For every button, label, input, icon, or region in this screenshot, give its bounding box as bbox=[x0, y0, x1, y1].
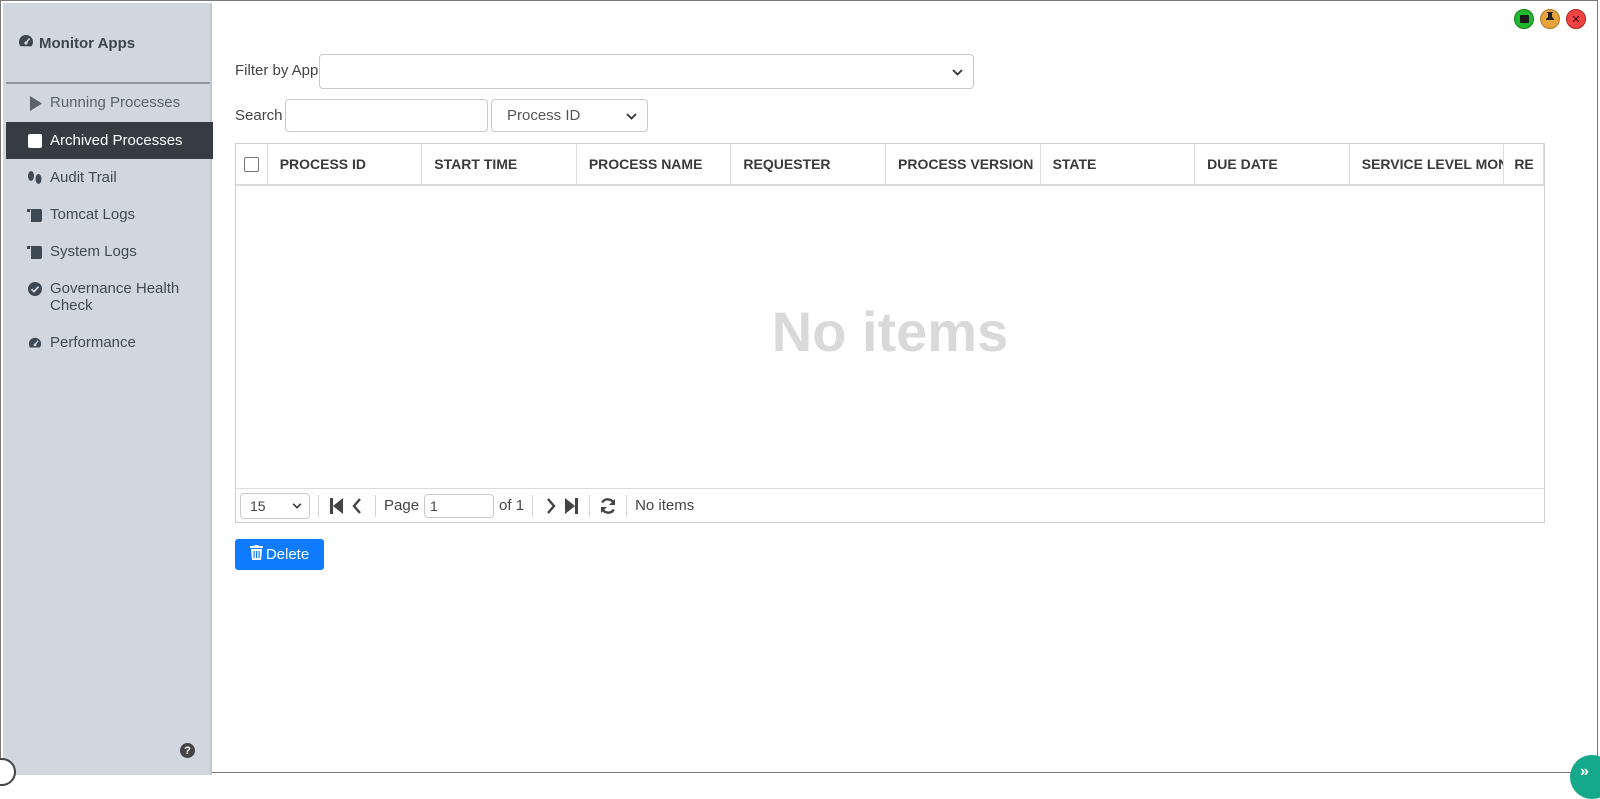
sidebar: Monitor Apps Running Processes Archived … bbox=[3, 3, 213, 775]
refresh-icon[interactable] bbox=[598, 494, 618, 518]
chevron-down-icon bbox=[626, 109, 637, 123]
column-header-process-name[interactable]: PROCESS NAME bbox=[577, 144, 732, 184]
check-circle-icon bbox=[26, 282, 44, 296]
scroll-icon bbox=[26, 208, 44, 223]
page-label: Page bbox=[384, 497, 420, 514]
window-icon bbox=[1519, 15, 1529, 23]
pager-separator bbox=[626, 494, 628, 517]
double-chevron-icon: » bbox=[1580, 763, 1589, 780]
pin-button[interactable] bbox=[1540, 9, 1560, 29]
minimize-button[interactable] bbox=[1514, 9, 1534, 29]
footprints-icon bbox=[26, 171, 44, 186]
sidebar-item-label: Running Processes bbox=[50, 94, 181, 111]
scroll-icon bbox=[26, 245, 44, 260]
column-header-process-id[interactable]: PROCESS ID bbox=[268, 144, 423, 184]
column-header-process-version[interactable]: PROCESS VERSION bbox=[886, 144, 1041, 184]
filter-app-select[interactable] bbox=[319, 54, 974, 89]
delete-button[interactable]: Delete bbox=[235, 539, 324, 570]
sidebar-nav: Running Processes Archived Processes Aud… bbox=[6, 85, 213, 361]
pager: 15 Page 1 of 1 No items bbox=[236, 488, 1544, 522]
column-header-state[interactable]: STATE bbox=[1041, 144, 1196, 184]
sidebar-item-audit-trail[interactable]: Audit Trail bbox=[6, 159, 213, 196]
square-icon bbox=[26, 134, 44, 148]
column-header-service-level-monitor[interactable]: SERVICE LEVEL MONITOR bbox=[1350, 144, 1505, 184]
chevron-down-icon bbox=[292, 500, 302, 512]
page-size-select[interactable]: 15 bbox=[240, 492, 310, 519]
delete-button-label: Delete bbox=[265, 546, 310, 563]
chevron-down-icon bbox=[952, 65, 963, 79]
expand-fab-button[interactable]: » bbox=[1570, 755, 1600, 799]
search-input[interactable] bbox=[285, 99, 488, 132]
sidebar-item-system-logs[interactable]: System Logs bbox=[6, 233, 213, 270]
page-number-input[interactable]: 1 bbox=[424, 493, 495, 518]
close-button[interactable]: ✕ bbox=[1566, 9, 1586, 29]
last-page-icon[interactable] bbox=[561, 494, 581, 518]
close-icon: ✕ bbox=[1571, 13, 1581, 26]
pager-separator bbox=[318, 494, 319, 517]
sidebar-item-performance[interactable]: Performance bbox=[6, 324, 213, 361]
sidebar-item-label: Governance Health Check bbox=[50, 280, 180, 314]
pager-status: No items bbox=[635, 497, 695, 514]
sidebar-item-label: Tomcat Logs bbox=[50, 206, 136, 223]
sidebar-item-governance-health-check[interactable]: Governance Health Check bbox=[6, 270, 213, 324]
next-page-icon[interactable] bbox=[541, 494, 561, 518]
column-header-due-date[interactable]: DUE DATE bbox=[1195, 144, 1350, 184]
pager-separator bbox=[375, 494, 376, 517]
select-all-checkbox[interactable] bbox=[243, 156, 259, 172]
sidebar-item-label: Archived Processes bbox=[50, 132, 183, 149]
brand-divider bbox=[6, 82, 210, 84]
pager-separator bbox=[532, 494, 534, 517]
pager-separator bbox=[589, 494, 591, 517]
gauge-icon bbox=[17, 33, 35, 53]
page-of-label: of 1 bbox=[499, 497, 525, 514]
brand-title: Monitor Apps bbox=[39, 34, 136, 52]
column-header-requester[interactable]: REQUESTER bbox=[731, 144, 886, 184]
search-field-select[interactable]: Process ID bbox=[491, 99, 648, 132]
gauge-icon bbox=[26, 336, 44, 350]
sidebar-item-label: Audit Trail bbox=[50, 169, 117, 186]
column-header-re[interactable]: RE bbox=[1504, 144, 1544, 184]
trash-icon bbox=[249, 545, 263, 564]
sidebar-item-label: System Logs bbox=[50, 243, 137, 260]
first-page-icon[interactable] bbox=[327, 494, 347, 518]
table-header: PROCESS ID START TIME PROCESS NAME REQUE… bbox=[236, 144, 1544, 186]
pin-icon bbox=[1545, 11, 1555, 27]
select-all-cell bbox=[236, 144, 268, 184]
search-label: Search bbox=[235, 107, 283, 124]
page-size-value: 15 bbox=[250, 497, 266, 514]
sidebar-item-label: Performance bbox=[50, 334, 136, 351]
processes-table: PROCESS ID START TIME PROCESS NAME REQUE… bbox=[235, 143, 1545, 523]
play-icon bbox=[26, 96, 44, 111]
previous-page-icon[interactable] bbox=[347, 494, 367, 518]
sidebar-item-running-processes[interactable]: Running Processes bbox=[6, 85, 213, 122]
column-header-start-time[interactable]: START TIME bbox=[422, 144, 577, 184]
help-icon[interactable]: ? bbox=[180, 743, 195, 758]
brand: Monitor Apps bbox=[17, 31, 135, 55]
search-field-value: Process ID bbox=[507, 107, 581, 124]
sidebar-item-tomcat-logs[interactable]: Tomcat Logs bbox=[6, 196, 213, 233]
sidebar-item-archived-processes[interactable]: Archived Processes bbox=[6, 122, 213, 159]
filter-label: Filter by App bbox=[235, 62, 319, 79]
empty-message: No items bbox=[771, 300, 1009, 363]
